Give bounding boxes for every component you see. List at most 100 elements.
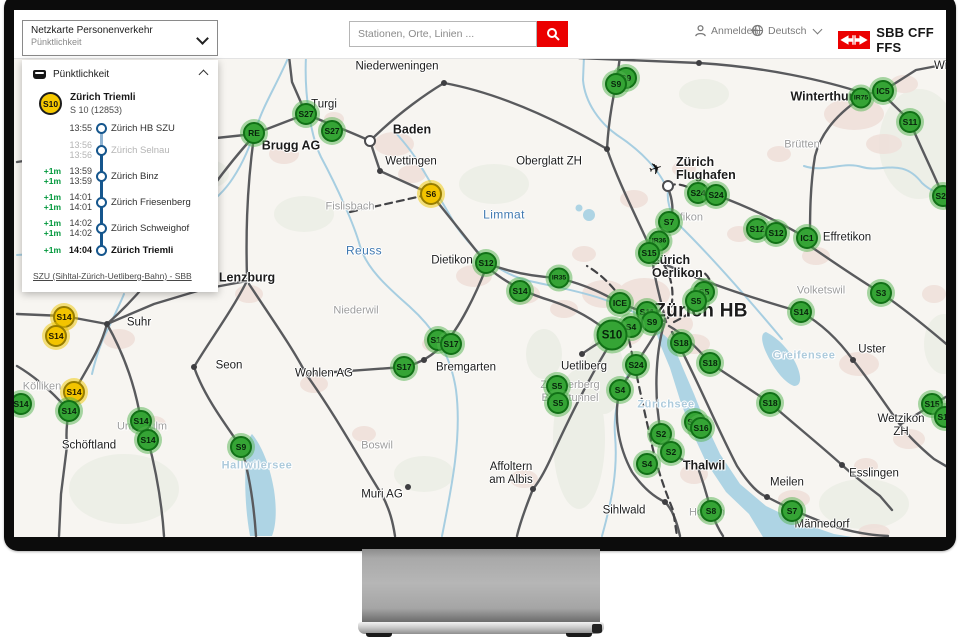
map-label: Dietikon <box>431 255 473 268</box>
search-icon <box>546 27 560 41</box>
stop-node-icon <box>96 171 107 182</box>
app-window: NiederweningenTurgiBadenBrugg AGWettinge… <box>14 10 946 537</box>
map-label: Meilen <box>770 477 804 490</box>
line-badge-s14[interactable]: S14 <box>58 400 80 422</box>
line-badge-s12[interactable]: S12 <box>765 222 787 244</box>
map-label: Seon <box>216 360 243 373</box>
line-badge-s3[interactable]: S3 <box>870 282 892 304</box>
map-label: Brütten <box>784 139 819 152</box>
stop-row[interactable]: 13:55Zürich HB SZU <box>31 123 209 134</box>
stop-row[interactable]: 13:5613:56Zürich Selnau <box>31 141 209 160</box>
stop-row[interactable]: +1m14:04Zürich Triemli <box>31 245 209 256</box>
stop-marker[interactable] <box>839 462 845 468</box>
line-badge-ice[interactable]: ICE <box>609 292 631 314</box>
stop-row[interactable]: +1m+1m13:5913:59Zürich Binz <box>31 167 209 186</box>
stop-node-icon <box>96 223 107 234</box>
line-badge-s8[interactable]: S8 <box>700 500 722 522</box>
layer-dropdown[interactable]: Netzkarte Personenverkehr Pünktlichkeit <box>22 20 218 56</box>
stop-marker[interactable] <box>696 60 702 66</box>
line-badge-ir75[interactable]: IR75 <box>851 88 872 109</box>
sbb-arrows-icon <box>838 31 870 49</box>
stop-marker[interactable] <box>850 357 856 363</box>
map-label: Winterthur <box>790 91 853 104</box>
punctuality-panel: Pünktlichkeit S10 Zürich Triemli S 10 (1… <box>22 60 218 292</box>
line-badge-s27[interactable]: S27 <box>321 120 343 142</box>
stop-marker[interactable] <box>764 494 770 500</box>
line-badge-s5[interactable]: S5 <box>547 392 569 414</box>
line-badge-s11[interactable]: S11 <box>899 111 921 133</box>
search-box[interactable] <box>349 21 537 47</box>
map-label: Fislisbach <box>326 201 375 214</box>
line-badge-s10[interactable]: S10 <box>597 320 628 351</box>
line-badge-ic1[interactable]: IC1 <box>796 227 818 249</box>
line-badge-s14[interactable]: S14 <box>509 280 531 302</box>
line-badge-s14[interactable]: S14 <box>137 429 159 451</box>
station-marker[interactable] <box>662 180 674 192</box>
language-label: Deutsch <box>768 25 807 37</box>
panel-title: Pünktlichkeit <box>53 69 193 80</box>
line-badge-s17[interactable]: S17 <box>440 333 462 355</box>
stop-marker[interactable] <box>530 486 536 492</box>
sbb-logo: SBB CFF FFS <box>838 25 946 55</box>
map-label: Niederweningen <box>355 61 438 74</box>
line-badge-s14[interactable]: S14 <box>45 325 67 347</box>
stop-marker[interactable] <box>377 168 383 174</box>
line-badge-s12[interactable]: S12 <box>475 252 497 274</box>
line-badge-ir35[interactable]: IR35 <box>549 268 570 289</box>
stop-marker[interactable] <box>191 364 197 370</box>
line-badge-s9[interactable]: S9 <box>641 311 663 333</box>
stop-row[interactable]: +1m+1m14:0114:01Zürich Friesenberg <box>31 193 209 212</box>
line-badge-s15[interactable]: S15 <box>638 242 660 264</box>
train-summary: S10 Zürich Triemli S 10 (12853) <box>39 92 209 115</box>
map-label: Reuss <box>346 245 382 258</box>
monitor-foot <box>566 633 592 637</box>
line-badge-s4[interactable]: S4 <box>636 453 658 475</box>
line-badge-s9[interactable]: S9 <box>230 436 252 458</box>
search-input[interactable] <box>350 22 536 46</box>
map-label: Suhr <box>127 317 151 330</box>
stop-list: 13:55Zürich HB SZU 13:5613:56Zürich Selna… <box>31 123 209 256</box>
stop-marker[interactable] <box>604 146 610 152</box>
station-marker[interactable] <box>364 135 376 147</box>
login-button[interactable]: Anmelden <box>694 24 758 37</box>
line-badge-s24[interactable]: S24 <box>625 354 647 376</box>
line-badge-s18[interactable]: S18 <box>699 352 721 374</box>
line-badge-s17[interactable]: S17 <box>393 356 415 378</box>
line-badge-s27[interactable]: S27 <box>295 103 317 125</box>
map-label: Zürich Flughafen <box>676 156 736 182</box>
stop-marker[interactable] <box>579 351 585 357</box>
language-selector[interactable]: Deutsch <box>751 24 821 37</box>
line-badge-s16[interactable]: S16 <box>690 417 712 439</box>
line-badge-s18[interactable]: S18 <box>759 392 781 414</box>
line-badge-ic5[interactable]: IC5 <box>872 80 894 102</box>
line-badge-s5[interactable]: S5 <box>685 290 707 312</box>
stop-marker[interactable] <box>421 357 427 363</box>
map-label: Sihlwald <box>603 505 646 518</box>
line-badge-s2[interactable]: S2 <box>660 441 682 463</box>
map-label: Limmat <box>483 209 525 222</box>
chevron-down-icon <box>812 24 822 34</box>
stop-marker[interactable] <box>441 80 447 86</box>
stop-marker[interactable] <box>405 484 411 490</box>
map-label: Effretikon <box>823 232 871 245</box>
line-badge-s7[interactable]: S7 <box>658 211 680 233</box>
line-badge-s7[interactable]: S7 <box>781 500 803 522</box>
monitor-mockup: NiederweningenTurgiBadenBrugg AGWettinge… <box>0 0 960 638</box>
stop-marker[interactable] <box>662 499 668 505</box>
line-badge-s6[interactable]: S6 <box>420 183 442 205</box>
operator-link[interactable]: SZU (Sihltal-Zürich-Uetliberg-Bahn) - SB… <box>33 271 192 281</box>
line-badge-s4[interactable]: S4 <box>609 379 631 401</box>
line-badge-re[interactable]: RE <box>243 122 265 144</box>
map-label: Uetliberg <box>561 361 607 374</box>
stop-name: Zürich Binz <box>109 171 209 182</box>
search-button[interactable] <box>537 21 568 47</box>
stop-row[interactable]: +1m+1m14:0214:02Zürich Schweighof <box>31 219 209 238</box>
stop-marker[interactable] <box>104 321 110 327</box>
stop-name: Zürich Friesenberg <box>109 197 209 208</box>
line-badge-s18[interactable]: S18 <box>670 332 692 354</box>
line-badge-s9[interactable]: S9 <box>605 73 627 95</box>
line-badge-s14[interactable]: S14 <box>790 301 812 323</box>
user-icon <box>694 24 707 37</box>
line-badge-s24[interactable]: S24 <box>705 184 727 206</box>
panel-collapse-header[interactable]: Pünktlichkeit <box>31 67 209 86</box>
